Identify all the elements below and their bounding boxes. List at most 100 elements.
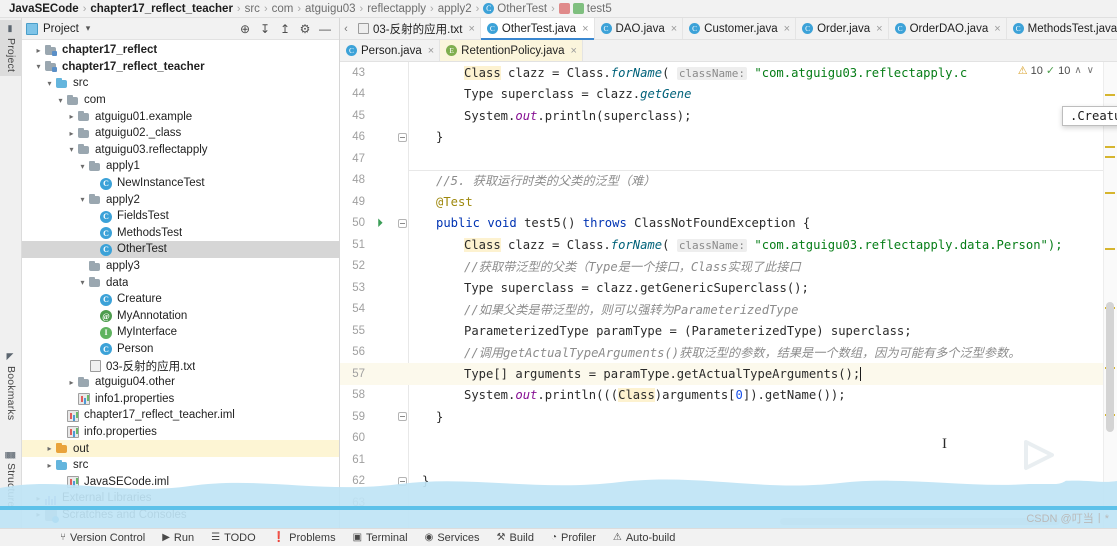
editor-gutter[interactable] [368,256,408,278]
code-line-44[interactable]: 44 Type superclass = clazz.getGene [340,84,1117,106]
editor-tab-othertest-java[interactable]: C OtherTest.java × [480,18,595,40]
close-icon[interactable]: × [784,23,790,35]
status-item-services[interactable]: ◉ Services [425,532,480,544]
code-line-48[interactable]: 48 //5. 获取运行时类的父类的泛型（难） [340,169,1117,192]
editor-gutter[interactable] [368,234,408,256]
inspection-widget[interactable]: ⚠ 10 ✓ 10 ∧ ∨ [1018,64,1095,78]
editor-gutter[interactable] [368,449,408,471]
editor-tab-order-java[interactable]: C Order.java × [796,18,889,39]
expand-all-icon[interactable]: ↧ [255,20,275,38]
editor-gutter[interactable] [368,62,408,84]
editor-tab-03-txt[interactable]: 03-反射的应用.txt × [352,18,481,39]
tree-item-atguigu01-example[interactable]: ▸ atguigu01.example [22,108,339,125]
editor-gutter[interactable] [368,471,408,493]
tabs-scroll-left-icon[interactable]: ‹ [340,18,352,39]
editor-marker-bar[interactable] [1103,62,1117,528]
chevron-down-icon[interactable]: ▾ [86,23,91,34]
code-line-56[interactable]: 56 //调用getActualTypeArguments()获取泛型的参数，结果… [340,342,1117,364]
close-icon[interactable]: × [582,23,588,35]
tree-item-othertest[interactable]: ·C OtherTest [22,241,339,258]
settings-gear-icon[interactable]: ⚙ [295,20,315,38]
editor-tab-customer-java[interactable]: C Customer.java × [683,18,797,39]
code-line-49[interactable]: 49 @Test [340,191,1117,213]
tree-item-src[interactable]: ▾ src [22,75,339,92]
code-line-53[interactable]: 53 Type superclass = clazz.getGenericSupe… [340,277,1117,299]
prev-problem-icon[interactable]: ∧ [1073,65,1082,76]
tree-item-out[interactable]: ▸ out [22,440,339,457]
breadcrumb-item-test5[interactable]: test5 [556,0,615,18]
editor-gutter[interactable] [368,105,408,127]
status-item-todo[interactable]: ☰ TODO [211,532,256,544]
tree-item-apply1[interactable]: ▾ apply1 [22,158,339,175]
tree-item-03-txt[interactable]: · 03-反射的应用.txt [22,357,339,374]
close-icon[interactable]: × [876,23,882,35]
status-item-problems[interactable]: ❗ Problems [273,532,336,544]
code-line-47[interactable]: 47 [340,148,1117,170]
tree-item-creature[interactable]: ·C Creature [22,291,339,308]
tree-item-data[interactable]: ▾ data [22,274,339,291]
code-line-43[interactable]: 43 Class clazz = Class.forName( className… [340,62,1117,84]
tree-item-info-properties[interactable]: · info.properties [22,424,339,441]
close-icon[interactable]: × [428,45,434,57]
status-item-auto-build[interactable]: ⚠ Auto-build [613,532,676,544]
status-item-version-control[interactable]: ⑂ Version Control [60,532,145,544]
tree-item-methodstest[interactable]: ·C MethodsTest [22,225,339,242]
close-icon[interactable]: × [571,45,577,57]
breadcrumb-item-com[interactable]: com [269,0,297,18]
editor-tab-methodstest-java[interactable]: CMethodsTest.java× [1006,18,1117,39]
editor-gutter[interactable] [368,342,408,364]
breadcrumb-item-atguigu03[interactable]: atguigu03 [302,0,359,18]
code-line-62[interactable]: 62} [340,471,1117,493]
close-icon[interactable]: × [468,23,474,35]
breadcrumb-item-apply2[interactable]: apply2 [435,0,475,18]
tool-tab-structure[interactable]: ▓ Structure [0,448,22,511]
tree-item-person[interactable]: ·C Person [22,341,339,358]
editor-gutter[interactable] [368,170,408,192]
chevron-right-icon[interactable]: ▸ [33,46,44,55]
tree-item-javasecode-iml[interactable]: · JavaSECode.iml [22,473,339,490]
status-item-run[interactable]: ▶ Run [162,532,194,544]
fold-toggle-icon[interactable] [398,132,407,142]
fold-toggle-icon[interactable] [398,476,407,486]
editor-tab-orderdao-java[interactable]: C OrderDAO.java × [888,18,1007,39]
next-problem-icon[interactable]: ∨ [1086,65,1095,76]
tree-item-atguigu02-class[interactable]: ▸ atguigu02._class [22,125,339,142]
code-line-63[interactable]: 63 [340,492,1117,514]
editor-gutter[interactable] [368,406,408,428]
code-line-52[interactable]: 52 //获取带泛型的父类（Type是一个接口，Class实现了此接口 [340,256,1117,278]
tree-item-chapter17-reflect-teacher-iml[interactable]: · chapter17_reflect_teacher.iml [22,407,339,424]
close-icon[interactable]: × [994,23,1000,35]
tree-item-fieldstest[interactable]: ·C FieldsTest [22,208,339,225]
tree-item-apply2[interactable]: ▾ apply2 [22,191,339,208]
code-line-59[interactable]: 59} [340,406,1117,428]
code-line-57[interactable]: 57 Type[] arguments = paramType.getActual… [340,363,1117,385]
tool-tab-bookmarks[interactable]: ◤ Bookmarks [0,348,22,425]
tree-item-info1-properties[interactable]: · info1.properties [22,390,339,407]
editor-gutter[interactable] [368,277,408,299]
tree-item-scratches-and-consoles[interactable]: ▸ Scratches and Consoles [22,507,339,524]
close-icon[interactable]: × [671,23,677,35]
editor-gutter[interactable]: ⏵ [368,213,408,235]
breadcrumb-item-othertest[interactable]: C OtherTest [480,0,550,18]
code-line-50[interactable]: 50 ⏵ public void test5() throws ClassNotFo… [340,213,1117,235]
editor-gutter[interactable] [368,385,408,407]
breadcrumb-item-javasecode[interactable]: JavaSECode [6,0,82,18]
editor-gutter[interactable] [368,299,408,321]
chevron-down-icon[interactable]: ▾ [77,278,88,287]
code-editor[interactable]: 43 Class clazz = Class.forName( className… [340,62,1117,528]
tree-item-myannotation[interactable]: ·@ MyAnnotation [22,308,339,325]
status-item-build[interactable]: ⚒ Build [497,532,534,544]
chevron-down-icon[interactable]: ▾ [55,96,66,105]
code-line-58[interactable]: 58 System.out.println(((Class)arguments[0… [340,385,1117,407]
status-item-profiler[interactable]: ◔ Profiler [551,532,596,544]
code-line-45[interactable]: 45 System.out.println(superclass); [340,105,1117,127]
editor-gutter[interactable] [368,428,408,450]
tree-item-atguigu04-other[interactable]: ▸ atguigu04.other [22,374,339,391]
editor-tab-dao-java[interactable]: C DAO.java × [594,18,684,39]
chevron-right-icon[interactable]: ▸ [66,378,77,387]
tree-item-src[interactable]: ▸ src [22,457,339,474]
breadcrumb-item-src[interactable]: src [242,0,263,18]
tree-item-chapter17-reflect[interactable]: ▸ chapter17_reflect [22,42,339,59]
run-test-icon[interactable]: ⏵ [377,216,390,230]
fold-toggle-icon[interactable] [398,218,407,228]
